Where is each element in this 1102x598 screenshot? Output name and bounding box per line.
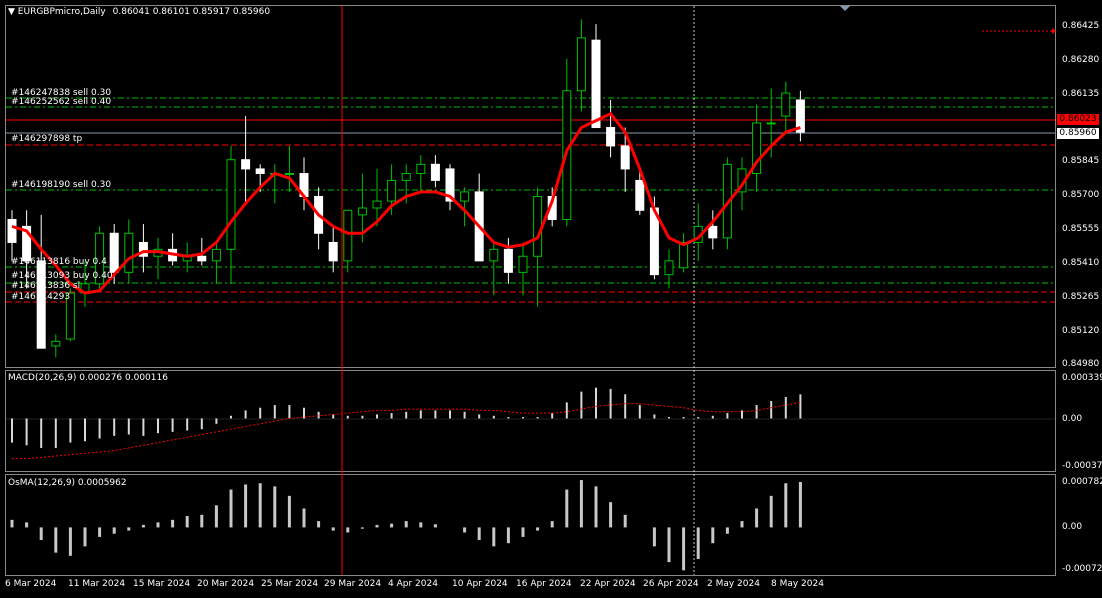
collapse-triangle-icon[interactable]: ▼ [8, 7, 15, 17]
date-tick: 4 Apr 2024 [388, 579, 438, 589]
candle-bear [620, 145, 630, 170]
candle-bear [109, 232, 119, 273]
candle-bull [284, 173, 294, 176]
candle-bull [372, 200, 382, 209]
order-label[interactable]: #146113836 sl [11, 281, 80, 291]
ohlc-values: 0.86041 0.86101 0.85917 0.85960 [112, 7, 271, 17]
price-tick: 0.86280 [1062, 55, 1100, 65]
symbol-name: EURGBPmicro,Daily [17, 7, 106, 17]
price-tick: 0.85845 [1062, 156, 1100, 166]
order-lines [6, 28, 1056, 303]
date-tick: 2 May 2024 [707, 579, 760, 589]
date-tick: 22 Apr 2024 [580, 579, 636, 589]
date-tick: 11 Mar 2024 [68, 579, 126, 589]
candle-bull [766, 122, 776, 125]
osma-tick: -0.000722 [1062, 564, 1102, 574]
date-tick: 8 May 2024 [771, 579, 824, 589]
candle-bull [460, 191, 470, 202]
osma-tick: 0.00 [1062, 522, 1083, 532]
macd-histogram [11, 387, 802, 448]
date-tick: 10 Apr 2024 [452, 579, 508, 589]
candles [7, 19, 805, 358]
candle-bull [211, 248, 221, 262]
price-tick: 0.85410 [1062, 258, 1100, 268]
price-tick: 0.86425 [1062, 21, 1100, 31]
symbol-header: ▼ EURGBPmicro,Daily 0.86041 0.86101 0.85… [8, 7, 270, 17]
date-tick: 25 Mar 2024 [261, 579, 319, 589]
candle-bear [503, 248, 513, 273]
candle-bull [489, 248, 499, 262]
current-price-white-box: 0.85960 [1057, 128, 1099, 139]
order-label[interactable]: #146113816 buy 0.4 [11, 257, 107, 267]
osma-panel-frame [5, 474, 1056, 576]
macd-tick: 0.000339 [1062, 373, 1102, 383]
candle-bull [387, 179, 397, 202]
price-tick: 0.86135 [1062, 89, 1100, 99]
chart-canvas [5, 5, 1056, 576]
osma-label: OsMA(12,26,9) 0.0005962 [8, 478, 127, 488]
scroll-marker[interactable] [840, 6, 850, 11]
macd-signal-line [12, 401, 801, 460]
macd-tick: 0.00 [1062, 414, 1083, 424]
macd-label: MACD(20,26,9) 0.000276 0.000116 [8, 373, 168, 383]
candle-bear [430, 163, 440, 181]
price-tick: 0.85700 [1062, 190, 1100, 200]
osma-tick: 0.0007829 [1062, 477, 1102, 487]
candle-bull [576, 37, 586, 92]
candle-bear [7, 218, 17, 243]
candle-bear [591, 39, 601, 129]
date-tick: 29 Mar 2024 [324, 579, 382, 589]
candle-bull [518, 255, 528, 273]
candle-bull [226, 159, 236, 250]
date-tick: 16 Apr 2024 [516, 579, 572, 589]
candle-bear [708, 225, 718, 239]
candle-bull [343, 209, 353, 262]
candle-bear [241, 159, 251, 170]
main-panel-frame [5, 5, 1056, 368]
order-label[interactable]: #146114293 [11, 292, 70, 302]
date-tick: 6 Mar 2024 [5, 579, 57, 589]
macd-tick: -0.000377 [1062, 461, 1102, 471]
candle-bear [635, 179, 645, 211]
candle-bull [416, 163, 426, 175]
macd-panel-frame [5, 370, 1056, 472]
candle-bull [51, 340, 61, 347]
candle-bear [328, 241, 338, 262]
order-label[interactable]: #146252562 sell 0.40 [11, 97, 111, 107]
price-tick: 0.85265 [1062, 292, 1100, 302]
date-tick: 26 Apr 2024 [643, 579, 699, 589]
price-tick: 0.84980 [1062, 359, 1100, 369]
order-label[interactable]: #146297898 tp [11, 134, 82, 144]
date-tick: 15 Mar 2024 [133, 579, 191, 589]
order-label[interactable]: #146113093 buy 0.40 [11, 271, 113, 281]
order-label[interactable]: #146198190 sell 0.30 [11, 180, 111, 190]
candle-bull [533, 195, 543, 257]
candle-bull [664, 260, 674, 276]
candle-bull [124, 232, 134, 273]
candle-bear [197, 255, 207, 262]
date-tick: 20 Mar 2024 [197, 579, 255, 589]
current-price-red-box: 0.86023 [1057, 114, 1099, 125]
candle-bull [401, 173, 411, 181]
candle-bull [781, 92, 791, 117]
price-tick: 0.85555 [1062, 224, 1100, 234]
candle-bear [606, 127, 616, 147]
candle-bull [357, 207, 367, 216]
price-tick: 0.85120 [1062, 326, 1100, 336]
candle-bear [255, 168, 265, 175]
osma-histogram [10, 480, 802, 571]
